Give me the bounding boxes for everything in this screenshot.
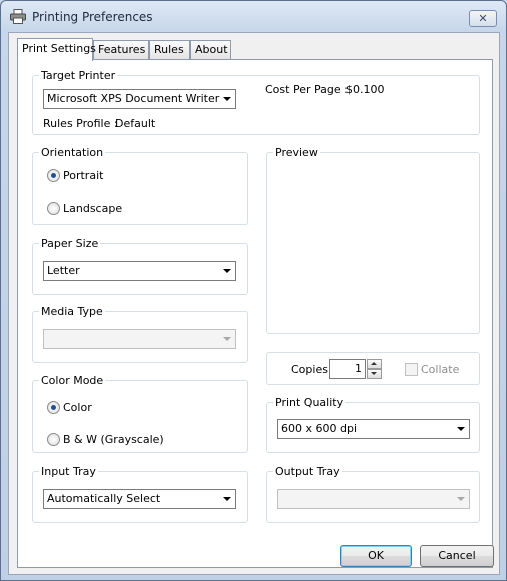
- cancel-button[interactable]: Cancel: [420, 545, 494, 567]
- target-printer-value: Microsoft XPS Document Writer: [47, 92, 220, 105]
- copies-value: 1: [355, 362, 362, 375]
- title-bar[interactable]: Printing Preferences ✕: [1, 1, 506, 33]
- input-tray-select[interactable]: Automatically Select: [43, 489, 236, 509]
- ok-label: OK: [368, 549, 384, 562]
- output-tray-group: Output Tray: [266, 465, 480, 523]
- tab-about[interactable]: About: [190, 40, 231, 59]
- paper-size-label: Paper Size: [39, 237, 101, 250]
- target-printer-select[interactable]: Microsoft XPS Document Writer: [43, 89, 236, 109]
- print-quality-group: Print Quality 600 x 600 dpi: [266, 396, 480, 453]
- print-quality-label: Print Quality: [273, 396, 346, 409]
- target-printer-label: Target Printer: [39, 69, 118, 82]
- tab-rules[interactable]: Rules: [149, 40, 190, 59]
- preview-label: Preview: [273, 146, 320, 159]
- chevron-down-icon: [223, 497, 231, 501]
- orientation-label: Orientation: [39, 146, 106, 159]
- tab-label: About: [195, 43, 228, 56]
- cost-per-page-value: $0.100: [346, 83, 385, 96]
- output-tray-select[interactable]: [277, 489, 470, 509]
- tab-label: Rules: [154, 43, 184, 56]
- orientation-group: Orientation Portrait Landscape: [32, 146, 248, 225]
- copies-stepper[interactable]: [367, 359, 382, 379]
- input-tray-group: Input Tray Automatically Select: [32, 465, 248, 523]
- chevron-down-icon: [457, 427, 465, 431]
- radio-checked-icon: [47, 401, 60, 414]
- radio-label: Landscape: [63, 202, 123, 215]
- cancel-label: Cancel: [438, 549, 476, 562]
- tab-print-settings[interactable]: Print Settings: [17, 38, 96, 61]
- printing-preferences-window: Printing Preferences ✕ Print Settings Fe…: [0, 0, 507, 581]
- radio-unchecked-icon: [47, 202, 60, 215]
- radio-label: Color: [63, 401, 92, 414]
- close-button[interactable]: ✕: [469, 10, 497, 27]
- media-type-label: Media Type: [39, 305, 105, 318]
- chevron-down-icon: [223, 337, 231, 341]
- chevron-down-icon: [223, 269, 231, 273]
- ok-button[interactable]: OK: [340, 545, 412, 567]
- paper-size-value: Letter: [47, 264, 80, 277]
- color-mode-label: Color Mode: [39, 374, 106, 387]
- printer-icon: [10, 9, 26, 24]
- dialog-client: Print Settings Features Rules About Targ…: [8, 32, 500, 575]
- close-icon: ✕: [478, 12, 488, 25]
- copies-label: Copies: [291, 363, 328, 376]
- color-mode-group: Color Mode Color B & W (Grayscale): [32, 374, 248, 453]
- print-settings-panel: Target Printer Microsoft XPS Document Wr…: [17, 59, 493, 568]
- stepper-down-icon[interactable]: [367, 369, 382, 379]
- radio-unchecked-icon: [47, 433, 60, 446]
- media-type-select[interactable]: [43, 329, 236, 349]
- tab-features[interactable]: Features: [93, 40, 149, 59]
- rules-profile-value: Default: [115, 117, 156, 130]
- paper-size-group: Paper Size Letter: [32, 237, 248, 295]
- rules-profile-label: Rules Profile :: [43, 117, 118, 130]
- chevron-down-icon: [457, 497, 465, 501]
- radio-label: Portrait: [63, 169, 104, 182]
- copies-group: Copies 1 Collate: [266, 352, 480, 385]
- radio-label: B & W (Grayscale): [63, 433, 164, 446]
- copies-input[interactable]: 1: [329, 359, 366, 379]
- paper-size-select[interactable]: Letter: [43, 261, 236, 281]
- cost-per-page-label: Cost Per Page :: [265, 83, 348, 96]
- print-quality-value: 600 x 600 dpi: [281, 422, 358, 435]
- stepper-up-icon[interactable]: [367, 359, 382, 369]
- print-quality-select[interactable]: 600 x 600 dpi: [277, 419, 470, 439]
- media-type-group: Media Type: [32, 305, 248, 363]
- radio-checked-icon: [47, 169, 60, 182]
- preview-group: Preview: [266, 146, 480, 334]
- tab-label: Features: [98, 43, 146, 56]
- input-tray-label: Input Tray: [39, 465, 98, 478]
- window-title: Printing Preferences: [32, 10, 153, 24]
- target-printer-group: Target Printer Microsoft XPS Document Wr…: [32, 69, 480, 135]
- collate-label: Collate: [421, 363, 460, 376]
- collate-checkbox[interactable]: [405, 363, 418, 376]
- chevron-down-icon: [223, 97, 231, 101]
- input-tray-value: Automatically Select: [47, 492, 161, 505]
- tab-label: Print Settings: [22, 42, 96, 55]
- output-tray-label: Output Tray: [273, 465, 342, 478]
